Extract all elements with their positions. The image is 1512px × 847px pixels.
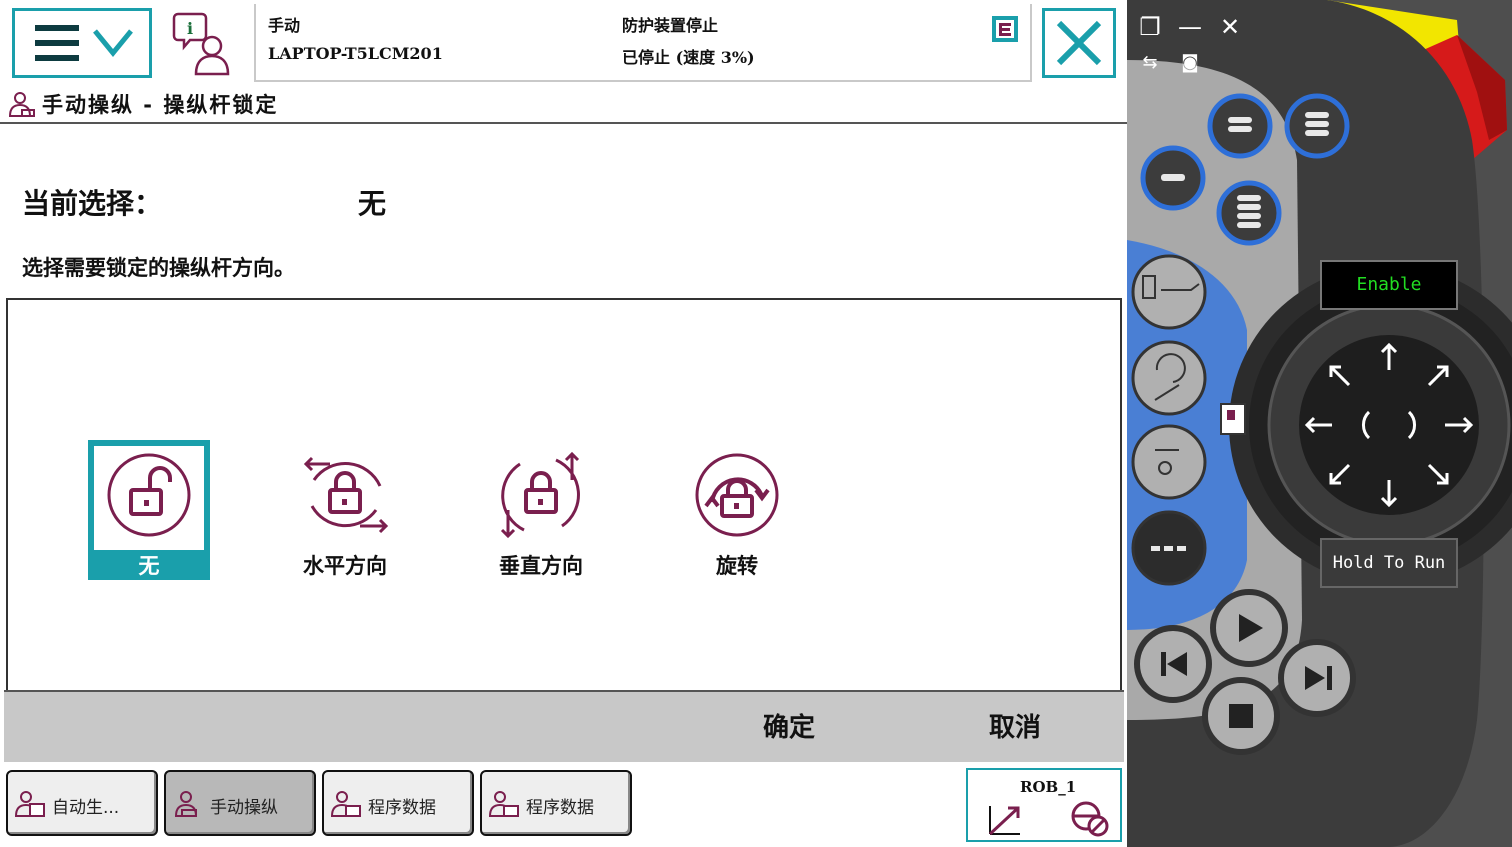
camera-icon[interactable]: ◙ xyxy=(1175,48,1205,78)
lock-vertical-icon xyxy=(500,451,580,539)
close-window-icon[interactable]: ✕ xyxy=(1215,12,1245,42)
auto-production-icon xyxy=(14,791,45,817)
main-menu-button[interactable] xyxy=(12,8,152,78)
enable-button[interactable]: Enable xyxy=(1320,260,1458,310)
ok-button[interactable]: 确定 xyxy=(724,692,854,758)
program-data-icon xyxy=(330,791,361,817)
option-label: 旋转 xyxy=(716,554,758,578)
controller-name: LAPTOP-T5LCM201 xyxy=(268,44,443,63)
mechanical-unit-label: ROB_1 xyxy=(1020,778,1077,796)
minimize-icon[interactable]: — xyxy=(1175,12,1205,42)
lock-horizontal-icon xyxy=(303,456,389,534)
svg-text:i: i xyxy=(187,19,193,38)
top-bar: i 手动 LAPTOP-T5LCM201 防护装置停止 已停止 (速度 3%) xyxy=(0,0,1127,84)
current-selection-label: 当前选择： xyxy=(22,187,163,220)
event-log-button[interactable]: i xyxy=(168,8,244,78)
task-label: 程序数据 xyxy=(368,798,436,818)
page-title-bar: 手动操纵 - 操纵杆锁定 xyxy=(0,86,1127,124)
task-auto-production[interactable]: 自动生... xyxy=(6,770,158,836)
task-program-data-1[interactable]: 程序数据 xyxy=(322,770,474,836)
close-button[interactable] xyxy=(1042,8,1116,78)
current-selection-value: 无 xyxy=(358,187,387,220)
swap-icon[interactable]: ⇆ xyxy=(1135,48,1165,78)
quickset-button[interactable]: ROB_1 xyxy=(966,768,1122,842)
task-label: 程序数据 xyxy=(526,798,594,818)
program-data-icon xyxy=(488,791,519,817)
task-program-data-2[interactable]: 程序数据 xyxy=(480,770,632,836)
jog-icon xyxy=(8,92,35,117)
option-horizontal[interactable]: 水平方向 xyxy=(284,440,406,580)
task-label: 自动生... xyxy=(52,798,120,818)
controller-status-icon[interactable] xyxy=(990,14,1020,44)
info-user-icon: i xyxy=(172,12,230,76)
lock-rotate-icon xyxy=(695,453,779,537)
task-jogging[interactable]: 手动操纵 xyxy=(164,770,316,836)
menu-icon xyxy=(35,25,133,61)
option-label: 水平方向 xyxy=(303,554,387,578)
option-label: 垂直方向 xyxy=(499,554,583,578)
operating-mode: 手动 xyxy=(268,16,301,35)
increment-lock-icon xyxy=(1071,801,1109,837)
taskbar: 自动生... 手动操纵 程序数据 程序数据 ROB_1 xyxy=(0,764,1127,847)
option-label: 无 xyxy=(138,554,160,578)
coordinate-axes-icon xyxy=(988,806,1020,836)
task-label: 手动操纵 xyxy=(210,798,278,818)
instruction-text: 选择需要锁定的操纵杆方向。 xyxy=(22,256,295,280)
action-bar: 确定 取消 xyxy=(4,690,1124,762)
unlock-icon xyxy=(107,453,191,537)
option-none[interactable]: 无 xyxy=(88,440,210,580)
lock-options-panel: 无 水平方向 垂直方向 旋转 xyxy=(6,298,1122,692)
hold-to-run-button[interactable]: Hold To Run xyxy=(1320,538,1458,588)
safety-status: 防护装置停止 xyxy=(622,16,719,35)
option-rotate[interactable]: 旋转 xyxy=(676,440,798,580)
option-vertical[interactable]: 垂直方向 xyxy=(480,440,602,580)
run-status: 已停止 (速度 3%) xyxy=(622,48,755,67)
flexpendant-screen: i 手动 LAPTOP-T5LCM201 防护装置停止 已停止 (速度 3%) xyxy=(0,0,1127,847)
status-panel: 手动 LAPTOP-T5LCM201 防护装置停止 已停止 (速度 3%) xyxy=(254,4,1032,82)
joystick[interactable] xyxy=(1299,335,1479,515)
restore-icon[interactable]: ❐ xyxy=(1135,12,1165,42)
page-title: 手动操纵 - 操纵杆锁定 xyxy=(42,93,279,117)
cancel-button[interactable]: 取消 xyxy=(950,692,1080,758)
jog-icon xyxy=(174,791,198,817)
window-controls: ❐ — ✕ ⇆ ◙ xyxy=(1135,12,1245,73)
virtual-pendant: ❐ — ✕ ⇆ ◙ Enable Hold To Run xyxy=(1127,0,1512,847)
close-icon xyxy=(1056,20,1102,66)
